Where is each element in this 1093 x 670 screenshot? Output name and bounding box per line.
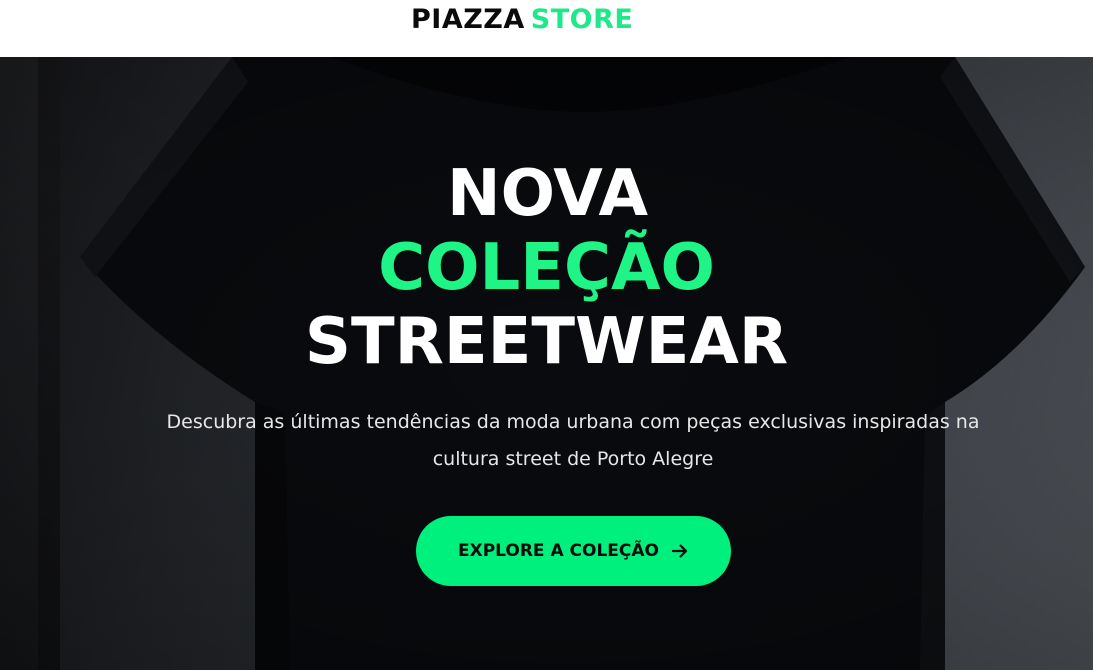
hero-subtitle: Descubra as últimas tendências da moda u… — [166, 411, 980, 470]
hero-title-line3: STREETWEAR — [304, 305, 789, 379]
logo-text-store: STORE — [530, 4, 634, 35]
logo-text-piazza: PIAZZA — [411, 4, 525, 35]
store-logo[interactable]: PIAZZA STORE — [411, 4, 633, 36]
hero-banner: NOVA COLEÇÃO STREETWEAR Descubra as últi… — [0, 57, 1093, 670]
site-header: PIAZZA STORE — [0, 0, 1093, 57]
hero-title-line2: COLEÇÃO — [378, 231, 715, 305]
arrow-right-icon — [671, 542, 689, 560]
explore-collection-button[interactable]: EXPLORE A COLEÇÃO — [416, 516, 731, 586]
explore-collection-label: EXPLORE A COLEÇÃO — [457, 541, 659, 561]
hero-title-line1: NOVA — [447, 157, 648, 231]
